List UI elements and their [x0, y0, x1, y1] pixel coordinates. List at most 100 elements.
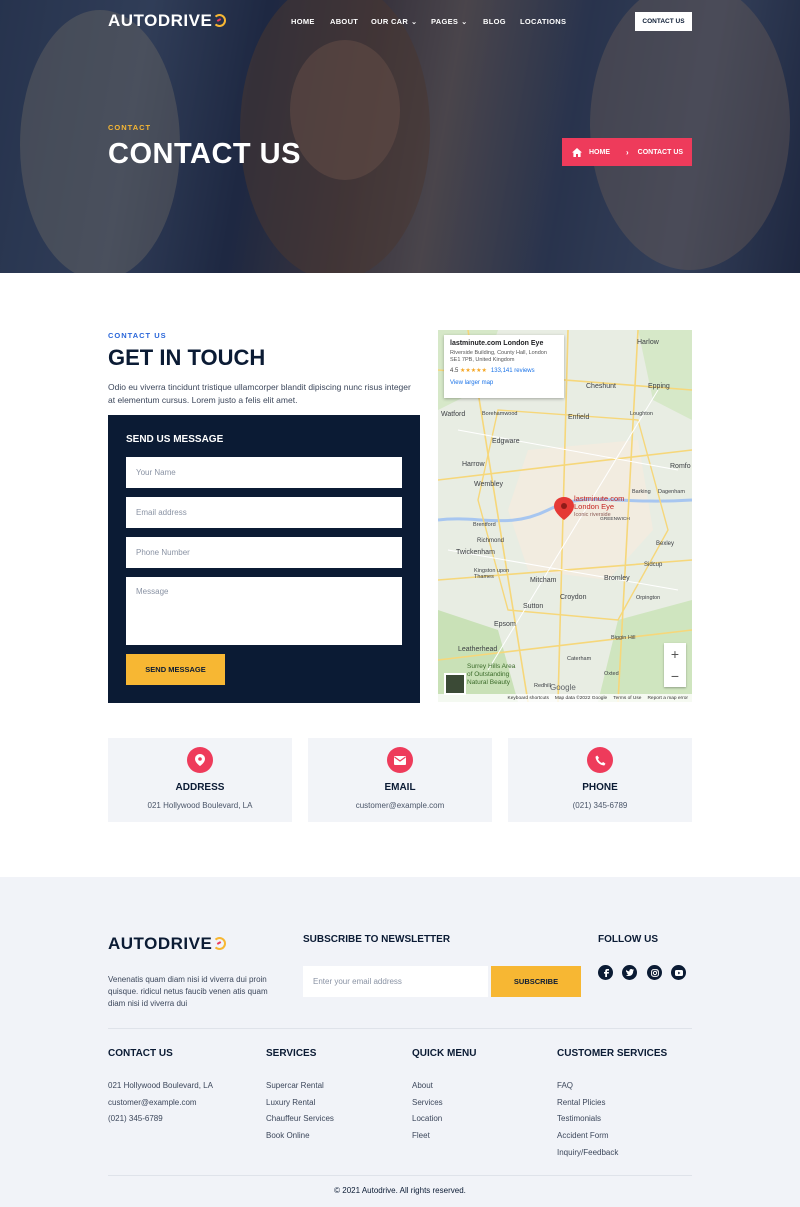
footer-link[interactable]: Accident Form: [557, 1130, 618, 1147]
map-label: Borehamwood: [482, 411, 518, 417]
copyright-text: © 2021 Autodrive. All rights reserved.: [334, 1186, 466, 1195]
footer-link[interactable]: Rental Plicies: [557, 1097, 618, 1114]
map-label: Barking: [632, 489, 651, 495]
footer-col-title: CONTACT US: [108, 1048, 173, 1059]
map-label: Harlow: [637, 339, 659, 346]
chevron-down-icon: ⌄: [461, 19, 468, 26]
envelope-icon: [387, 747, 413, 773]
map-label: Mitcham: [530, 577, 557, 584]
instagram-icon[interactable]: [647, 965, 662, 980]
address-card: ADDRESS 021 Hollywood Boulevard, LA: [108, 738, 292, 822]
footer-link[interactable]: Luxury Rental: [266, 1097, 334, 1114]
footer-phone[interactable]: (021) 345-6789: [108, 1113, 213, 1130]
newsletter-title: SUBSCRIBE TO NEWSLETTER: [303, 934, 451, 945]
map-label: Epping: [648, 383, 670, 390]
footer-customer-list: FAQ Rental Plicies Testimonials Accident…: [557, 1080, 618, 1163]
map-zoom-controls: + −: [664, 643, 686, 687]
nav-home[interactable]: HOME: [291, 17, 315, 26]
footer-link[interactable]: Location: [412, 1113, 443, 1130]
newsletter-email-input[interactable]: [303, 966, 488, 997]
footer-link[interactable]: Chauffeur Services: [266, 1113, 334, 1130]
satellite-toggle[interactable]: [444, 673, 466, 695]
map-label: Romfo: [670, 463, 691, 470]
section-title: GET IN TOUCH: [108, 345, 266, 370]
map-label: Sutton: [523, 603, 544, 610]
footer-link[interactable]: Testimonials: [557, 1113, 618, 1130]
footer-email[interactable]: customer@example.com: [108, 1097, 213, 1114]
site-logo[interactable]: AUTODRIVE: [108, 11, 227, 31]
terms-link[interactable]: Terms of Use: [613, 696, 641, 701]
breadcrumb: HOME › CONTACT US: [562, 138, 692, 166]
view-larger-map-link[interactable]: View larger map: [450, 380, 558, 386]
map-label: Bromley: [604, 575, 630, 582]
footer-col-title: SERVICES: [266, 1048, 317, 1059]
card-title: ADDRESS: [175, 782, 225, 793]
map-label: Harrow: [462, 461, 485, 468]
message-field[interactable]: [126, 577, 402, 645]
map-label: Croydon: [560, 594, 587, 601]
phone-icon: [587, 747, 613, 773]
card-title: PHONE: [582, 782, 618, 793]
footer-divider: [108, 1028, 692, 1029]
keyboard-shortcuts-link[interactable]: Keyboard shortcuts: [508, 696, 549, 701]
nav-blog[interactable]: BLOG: [483, 17, 506, 26]
map-place-address: Riverside Building, County Hall, London …: [450, 350, 547, 363]
map-label: Cheshunt: [586, 383, 616, 390]
form-title: SEND US MESSAGE: [126, 434, 224, 445]
map-place-rating: 4.5 ★★★★★ 133,141 reviews: [450, 368, 535, 374]
footer-col-title: QUICK MENU: [412, 1048, 477, 1059]
nav-pages[interactable]: PAGES ⌄: [431, 17, 467, 26]
facebook-icon[interactable]: [598, 965, 613, 980]
footer-logo[interactable]: AUTODRIVE: [108, 934, 227, 954]
page-title: CONTACT US: [108, 138, 301, 170]
breadcrumb-home[interactable]: HOME: [589, 149, 610, 156]
contact-eyebrow: CONTACT US: [108, 331, 167, 340]
map-label: Leatherhead: [458, 646, 498, 653]
email-field[interactable]: [126, 497, 402, 528]
footer-link[interactable]: Services: [412, 1097, 443, 1114]
footer-address: 021 Hollywood Boulevard, LA: [108, 1081, 213, 1090]
subscribe-button[interactable]: SUBSCRIBE: [491, 966, 581, 997]
hero-banner: AUTODRIVE HOME ABOUT OUR CAR ⌄ PAGES ⌄ BLO…: [0, 0, 800, 273]
map-label: Edgware: [492, 438, 520, 445]
map-label: Epsom: [494, 621, 516, 628]
name-field[interactable]: [126, 457, 402, 488]
footer-link[interactable]: Supercar Rental: [266, 1080, 334, 1097]
site-footer: AUTODRIVE Venenatis quam diam nisi id vi…: [0, 877, 800, 1207]
footer-description: Venenatis quam diam nisi id viverra dui …: [108, 975, 268, 1008]
card-title: EMAIL: [384, 782, 416, 793]
map-label: Richmond: [477, 538, 505, 544]
breadcrumb-current: CONTACT US: [637, 148, 684, 156]
card-text[interactable]: customer@example.com: [308, 801, 492, 810]
map-label: Surrey Hills Area of Outstanding Natural…: [467, 663, 516, 686]
footer-link[interactable]: FAQ: [557, 1080, 618, 1097]
card-text[interactable]: (021) 345-6789: [508, 801, 692, 810]
footer-quick-list: About Services Location Fleet: [412, 1080, 443, 1147]
send-message-button[interactable]: SEND MESSAGE: [126, 654, 225, 685]
map-label: Loughton: [630, 411, 653, 417]
youtube-icon[interactable]: [671, 965, 686, 980]
nav-our-car[interactable]: OUR CAR ⌄: [371, 17, 417, 26]
report-error-link[interactable]: Report a map error: [647, 696, 688, 701]
email-card: EMAIL customer@example.com: [308, 738, 492, 822]
card-text: 021 Hollywood Boulevard, LA: [147, 801, 253, 810]
footer-link[interactable]: About: [412, 1080, 443, 1097]
twitter-icon[interactable]: [622, 965, 637, 980]
map-pin-icon: [187, 747, 213, 773]
nav-locations[interactable]: LOCATIONS: [520, 17, 566, 26]
nav-about[interactable]: ABOUT: [330, 17, 358, 26]
chevron-right-icon: ›: [626, 147, 629, 157]
phone-card: PHONE (021) 345-6789: [508, 738, 692, 822]
chevron-down-icon: ⌄: [411, 19, 418, 26]
zoom-out-button[interactable]: −: [664, 665, 686, 687]
footer-link[interactable]: Inquiry/Feedback: [557, 1147, 618, 1164]
map-pin-label[interactable]: lastminute.com London Eye Iconic riversi…: [574, 495, 624, 519]
map-reviews-link[interactable]: 133,141 reviews: [491, 368, 535, 374]
footer-link[interactable]: Book Online: [266, 1130, 334, 1147]
map-label: Watford: [441, 411, 466, 418]
zoom-in-button[interactable]: +: [664, 643, 686, 665]
home-icon: [572, 147, 582, 157]
footer-link[interactable]: Fleet: [412, 1130, 443, 1147]
nav-contact-button[interactable]: CONTACT US: [635, 12, 692, 31]
phone-field[interactable]: [126, 537, 402, 568]
